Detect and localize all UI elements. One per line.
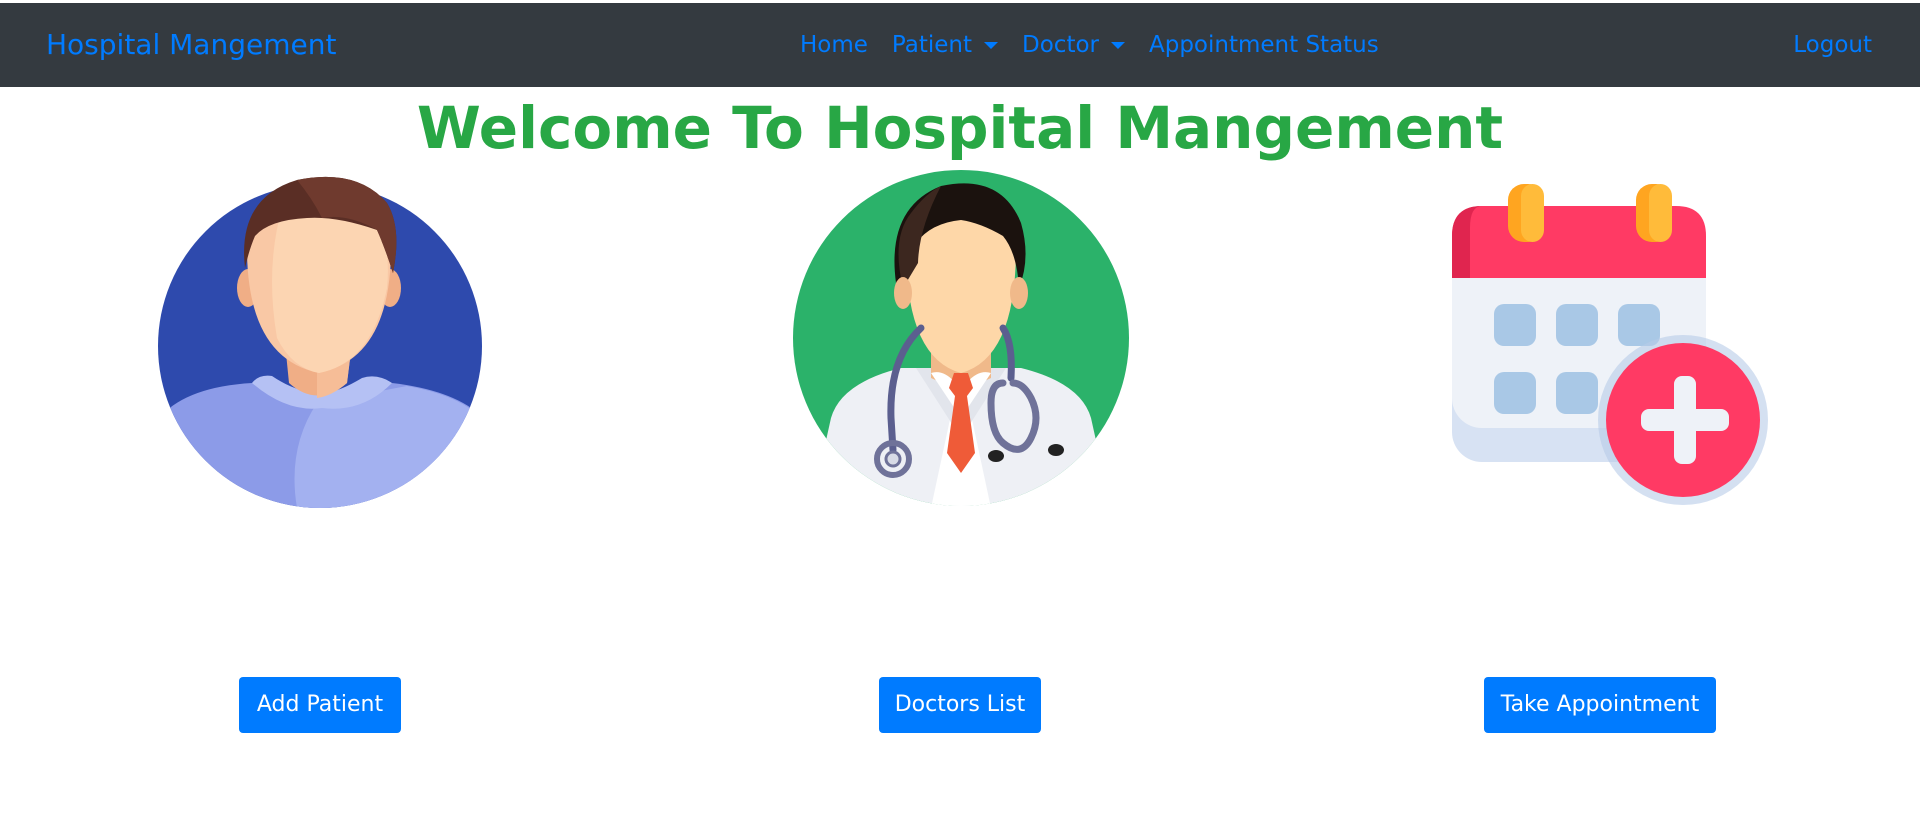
nav-home-link[interactable]: Home — [800, 27, 868, 63]
appointment-card: Take Appointment — [1440, 168, 1770, 733]
logout-link[interactable]: Logout — [1793, 27, 1872, 63]
navbar: Hospital Mangement Home Patient Doctor A… — [0, 3, 1920, 87]
doctor-card: Doctors List — [791, 168, 1131, 733]
patient-card: Add Patient — [157, 168, 487, 733]
add-patient-button[interactable]: Add Patient — [239, 677, 401, 733]
nav-patient-dropdown[interactable]: Patient — [891, 27, 999, 63]
nav-doctor-dropdown[interactable]: Doctor — [1022, 27, 1125, 63]
page-title: Welcome To Hospital Mangement — [416, 94, 1504, 162]
nav-appointment-status-link[interactable]: Appointment Status — [1149, 27, 1379, 63]
nav-patient-label: Patient — [891, 32, 973, 58]
brand-link[interactable]: Hospital Mangement — [46, 27, 336, 63]
nav-doctor-label: Doctor — [1022, 32, 1099, 58]
nav-links: Home Patient Doctor Appointment Status — [800, 27, 1403, 63]
calendar-add-icon — [1452, 184, 1768, 505]
doctor-avatar-icon — [793, 170, 1129, 506]
nav-home-label: Home — [800, 32, 868, 58]
doctors-list-button[interactable]: Doctors List — [879, 677, 1041, 733]
chevron-down-icon — [984, 41, 999, 49]
patient-avatar-icon — [158, 176, 482, 508]
chevron-down-icon — [1111, 41, 1125, 49]
take-appointment-button[interactable]: Take Appointment — [1484, 677, 1716, 733]
nav-appointment-status-label: Appointment Status — [1149, 32, 1379, 58]
